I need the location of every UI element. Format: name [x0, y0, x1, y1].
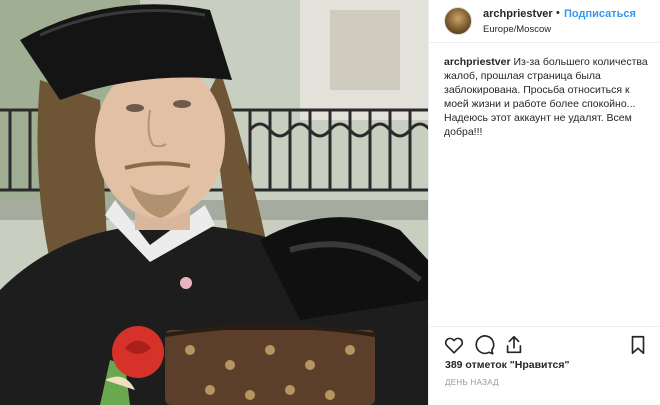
caption-text: Из-за большего количества жалоб, прошлая… — [444, 56, 648, 138]
portrait-illustration — [0, 0, 428, 405]
bookmark-icon[interactable] — [627, 334, 649, 356]
heart-outline-icon[interactable] — [443, 334, 465, 356]
separator-dot: • — [556, 7, 560, 19]
caption-username[interactable]: archpriestver — [444, 56, 511, 68]
post-side-panel: archpriestver • Подписаться Europe/Mosco… — [428, 0, 660, 405]
post-photo[interactable] — [0, 0, 428, 405]
post-header: archpriestver • Подписаться Europe/Mosco… — [429, 0, 660, 43]
avatar[interactable] — [444, 7, 472, 35]
share-arrow-icon[interactable] — [503, 334, 525, 356]
location-link[interactable]: Europe/Moscow — [483, 24, 551, 35]
post-caption: archpriestver Из-за большего количества … — [444, 55, 652, 139]
username-link[interactable]: archpriestver — [483, 8, 553, 20]
likes-count[interactable]: 389 отметок "Нравится" — [445, 359, 569, 371]
comment-bubble-icon[interactable] — [473, 334, 495, 356]
post-timestamp[interactable]: день назад — [445, 378, 499, 387]
action-bar — [429, 326, 660, 360]
follow-button[interactable]: Подписаться — [564, 8, 636, 20]
